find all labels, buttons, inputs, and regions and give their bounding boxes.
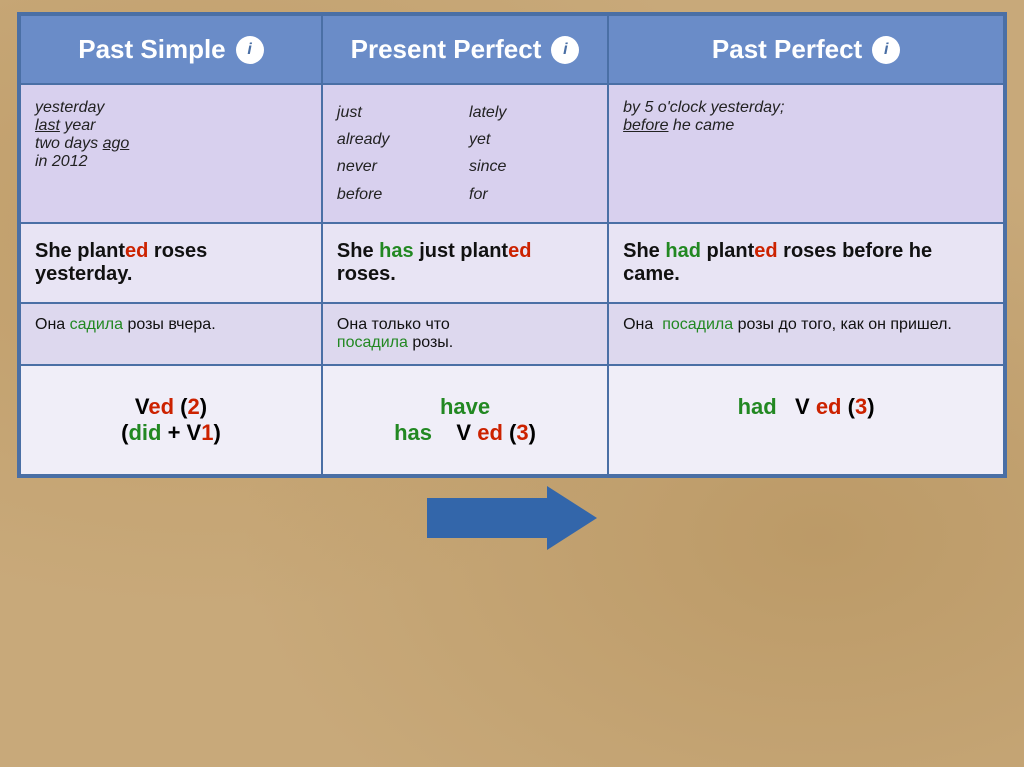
header-row: Past Simple i Present Perfect i Past Per… <box>20 15 1004 84</box>
formula-ps-content: Ved (2) (did + V1) <box>33 394 309 446</box>
formula-row: Ved (2) (did + V1) have has V ed (3) had… <box>20 365 1004 475</box>
formula-past-perfect: had V ed (3) <box>608 365 1004 475</box>
main-table: Past Simple i Present Perfect i Past Per… <box>17 12 1007 478</box>
present-perfect-title: Present Perfect <box>351 34 542 65</box>
example-row: She planted roses yesterday. She has jus… <box>20 223 1004 303</box>
time-words-row: yesterday last year two days ago in 2012… <box>20 84 1004 223</box>
header-present-perfect: Present Perfect i <box>322 15 608 84</box>
time-word-already: already <box>337 126 461 153</box>
past-simple-info-icon[interactable]: i <box>236 36 264 64</box>
formula-pp-content: have has V ed (3) <box>335 394 595 446</box>
example-past-simple: She planted roses yesterday. <box>20 223 322 303</box>
header-past-perfect: Past Perfect i <box>608 15 1004 84</box>
time-word-before-he-came: before he came <box>623 117 734 134</box>
past-simple-title: Past Simple <box>78 34 225 65</box>
past-perfect-info-icon[interactable]: i <box>872 36 900 64</box>
russian-pap-verb: посадила <box>662 316 733 333</box>
russian-ps-verb: садила <box>70 316 123 333</box>
time-word-in-2012: in 2012 <box>35 153 88 170</box>
time-word-last-year: last year <box>35 117 95 134</box>
past-perfect-title: Past Perfect <box>712 34 862 65</box>
time-word-just: just <box>337 99 461 126</box>
time-word-lately: lately <box>469 99 593 126</box>
example-present-perfect: She has just planted roses. <box>322 223 608 303</box>
header-past-simple: Past Simple i <box>20 15 322 84</box>
time-word-by-5-oclock: by 5 o'clock yesterday; <box>623 99 784 116</box>
time-word-never: never <box>337 153 461 180</box>
russian-past-simple: Она садила розы вчера. <box>20 303 322 365</box>
arrow-container <box>427 486 597 550</box>
arrow-head <box>547 486 597 550</box>
russian-row: Она садила розы вчера. Она только чтопос… <box>20 303 1004 365</box>
time-words-present-perfect: just already never before lately yet sin… <box>322 84 608 223</box>
formula-present-perfect: have has V ed (3) <box>322 365 608 475</box>
example-present-perfect-text: She has just planted roses. <box>337 240 532 285</box>
time-word-before: before <box>337 181 461 208</box>
arrow-body <box>427 498 547 538</box>
russian-past-perfect: Она посадила розы до того, как он пришел… <box>608 303 1004 365</box>
time-word-yesterday: yesterday <box>35 99 104 116</box>
time-word-yet: yet <box>469 126 593 153</box>
time-words-past-perfect: by 5 o'clock yesterday; before he came <box>608 84 1004 223</box>
time-word-for: for <box>469 181 593 208</box>
example-past-perfect-text: She had planted roses before he came. <box>623 240 932 285</box>
example-past-perfect: She had planted roses before he came. <box>608 223 1004 303</box>
formula-pap-content: had V ed (3) <box>621 394 991 420</box>
russian-pp-verb: посадила <box>337 334 408 351</box>
time-word-two-days-ago: two days ago <box>35 135 129 152</box>
right-arrow <box>427 486 597 550</box>
example-past-simple-text: She planted roses yesterday. <box>35 240 207 285</box>
time-word-since: since <box>469 153 593 180</box>
present-perfect-info-icon[interactable]: i <box>551 36 579 64</box>
russian-present-perfect: Она только чтопосадила розы. <box>322 303 608 365</box>
formula-past-simple: Ved (2) (did + V1) <box>20 365 322 475</box>
time-words-past-simple: yesterday last year two days ago in 2012 <box>20 84 322 223</box>
